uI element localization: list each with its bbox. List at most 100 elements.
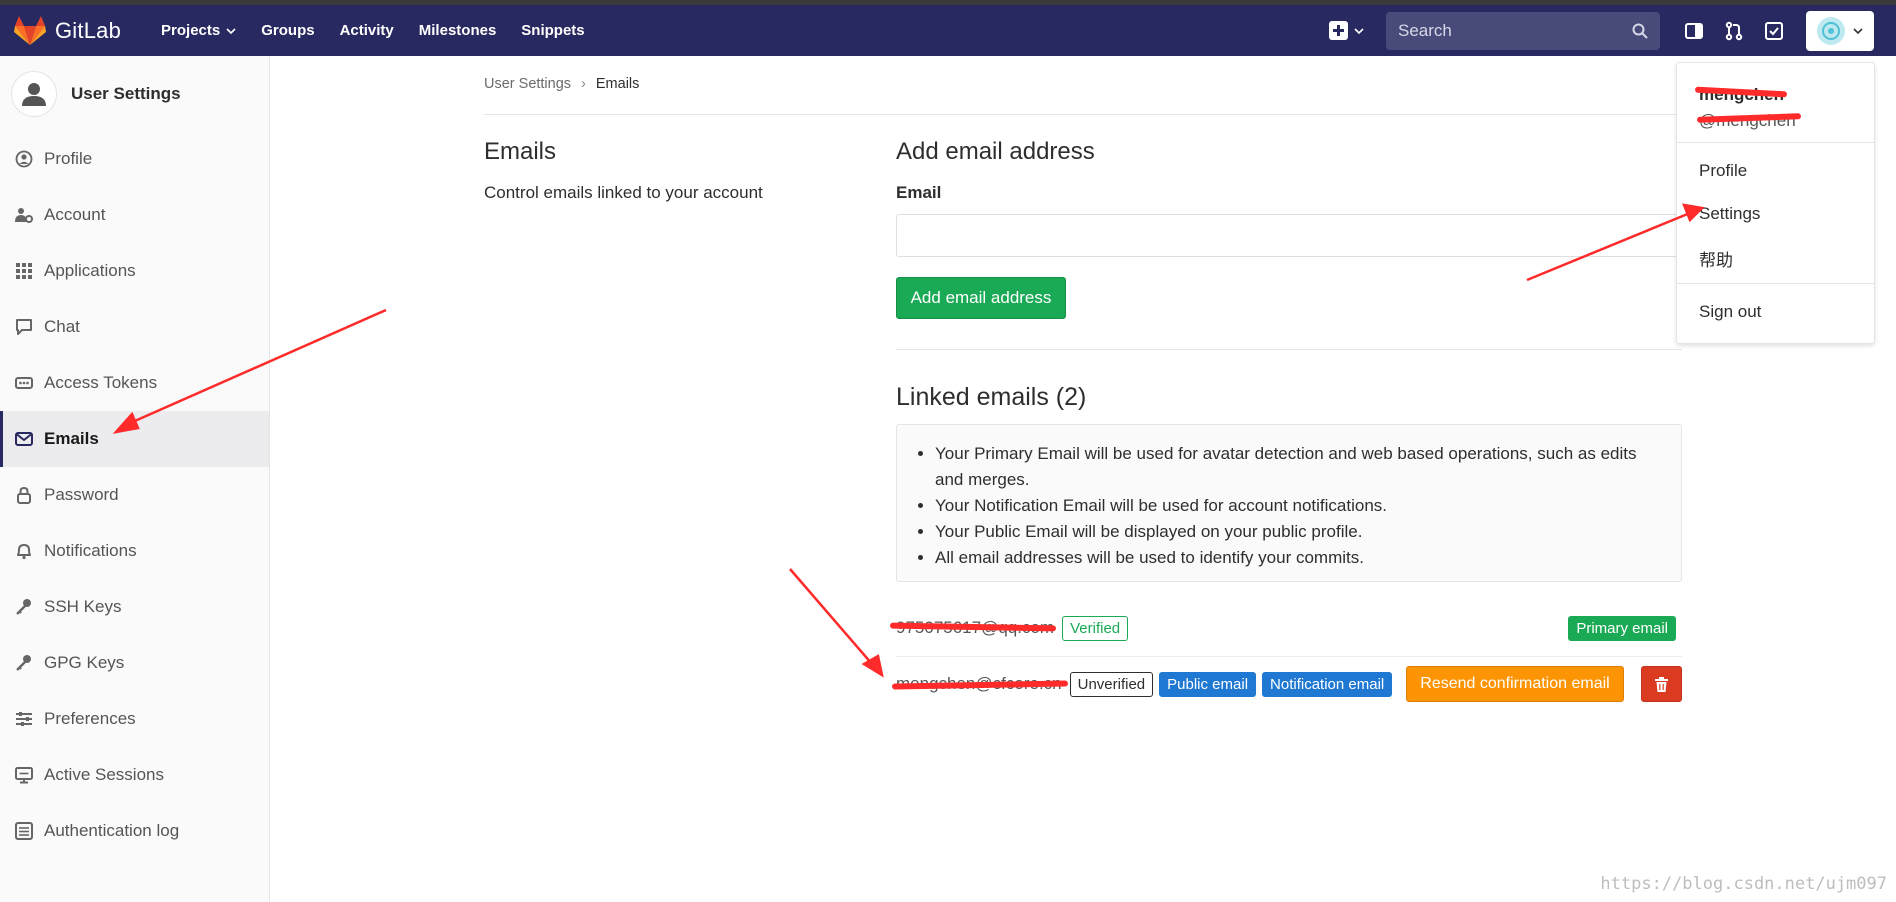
sidebar-item-label: Applications <box>44 261 136 280</box>
sidebar-item-label: Preferences <box>44 709 136 728</box>
top-navbar: GitLab Projects Groups Activity Mileston… <box>0 5 1896 56</box>
sidebar-item-authentication-log[interactable]: Authentication log <box>0 803 269 859</box>
sidebar-item-ssh-keys[interactable]: SSH Keys <box>0 579 269 635</box>
nav-activity[interactable]: Activity <box>340 22 394 39</box>
nav-groups[interactable]: Groups <box>261 22 314 39</box>
divider <box>896 349 1682 350</box>
search-box[interactable] <box>1386 11 1660 50</box>
sidebar-item-access-tokens[interactable]: Access Tokens <box>0 355 269 411</box>
chevron-down-icon <box>1853 27 1863 34</box>
add-email-heading: Add email address <box>896 138 1095 165</box>
merge-request-icon <box>1725 21 1743 40</box>
sidebar-item-label: SSH Keys <box>44 597 122 616</box>
applications-icon <box>16 263 32 279</box>
sidebar-item-preferences[interactable]: Preferences <box>0 691 269 747</box>
avatar-icon <box>1817 16 1845 45</box>
nav-links: Projects Groups Activity Milestones Snip… <box>161 5 610 56</box>
panel-icon <box>1685 22 1703 39</box>
search-icon <box>1632 23 1648 39</box>
nav-snippets[interactable]: Snippets <box>521 22 584 39</box>
verified-badge: Verified <box>1062 615 1129 641</box>
sidebar-item-label: GPG Keys <box>44 653 125 672</box>
info-item: All email addresses will be used to iden… <box>935 545 1661 571</box>
dropdown-profile[interactable]: Profile <box>1699 161 1747 181</box>
sidebar-items: Profile Account Applications Chat Access Tok… <box>0 131 269 859</box>
settings-sidebar: User Settings Profile Account Applications… <box>0 56 270 902</box>
todos-button[interactable] <box>1754 5 1794 56</box>
divider <box>484 114 1684 115</box>
notification-email-badge: Notification email <box>1262 671 1393 697</box>
sidebar-header[interactable]: User Settings <box>0 56 269 131</box>
add-email-button[interactable]: Add email address <box>896 277 1066 319</box>
sidebar-item-active-sessions[interactable]: Active Sessions <box>0 747 269 803</box>
sidebar-item-emails[interactable]: Emails <box>0 411 269 467</box>
dropdown-settings[interactable]: Settings <box>1699 204 1760 224</box>
key-icon <box>16 599 31 615</box>
sidebar-item-label: Notifications <box>44 541 137 560</box>
search-input[interactable] <box>1398 20 1632 41</box>
chevron-down-icon <box>226 27 236 34</box>
sidebar-panel-button[interactable] <box>1674 5 1714 56</box>
resend-confirmation-button[interactable]: Resend confirmation email <box>1406 666 1624 702</box>
sidebar-item-label: Password <box>44 485 119 504</box>
brand-name: GitLab <box>55 17 122 43</box>
todo-check-icon <box>1765 21 1783 40</box>
token-icon <box>15 377 33 389</box>
sidebar-item-label: Account <box>44 205 106 224</box>
public-email-badge: Public email <box>1159 671 1257 697</box>
account-icon <box>15 208 33 223</box>
nav-milestones[interactable]: Milestones <box>419 22 497 39</box>
user-avatar <box>11 70 57 117</box>
chevron-down-icon <box>1354 27 1364 34</box>
nav-projects-label: Projects <box>161 22 221 39</box>
breadcrumb-current[interactable]: Emails <box>596 76 640 92</box>
sidebar-title: User Settings <box>71 83 181 103</box>
watermark: https://blog.csdn.net/ujm097 <box>1600 874 1887 894</box>
section-title: Emails <box>484 138 557 165</box>
sidebar-item-label: Access Tokens <box>44 373 158 392</box>
sidebar-item-account[interactable]: Account <box>0 187 269 243</box>
monitor-icon <box>15 767 33 784</box>
new-dropdown-button[interactable] <box>1329 21 1364 40</box>
breadcrumb: User Settings › Emails <box>484 76 639 92</box>
gitlab-logo-icon <box>14 15 46 45</box>
sidebar-item-label: Authentication log <box>44 821 180 840</box>
user-menu-button[interactable] <box>1806 10 1874 51</box>
unverified-badge: Unverified <box>1069 671 1154 697</box>
nav-projects[interactable]: Projects <box>161 22 236 39</box>
breadcrumb-user-settings[interactable]: User Settings <box>484 76 571 92</box>
primary-email-badge: Primary email <box>1568 615 1676 641</box>
linked-emails-heading: Linked emails (2) <box>896 383 1087 411</box>
section-description: Control emails linked to your account <box>484 183 763 202</box>
sidebar-item-chat[interactable]: Chat <box>0 299 269 355</box>
email-label: Email <box>896 183 942 202</box>
key-icon <box>16 655 31 671</box>
info-item: Your Primary Email will be used for avat… <box>935 441 1661 493</box>
sidebar-item-applications[interactable]: Applications <box>0 243 269 299</box>
dropdown-divider <box>1677 142 1874 143</box>
dropdown-divider <box>1677 283 1874 284</box>
info-item: Your Public Email will be displayed on y… <box>935 519 1661 545</box>
navbar-right <box>1329 5 1896 56</box>
delete-email-button[interactable] <box>1641 666 1682 702</box>
sidebar-item-password[interactable]: Password <box>0 467 269 523</box>
sidebar-item-gpg-keys[interactable]: GPG Keys <box>0 635 269 691</box>
bell-icon <box>17 544 31 560</box>
chat-icon <box>16 319 32 335</box>
lock-icon <box>17 486 31 504</box>
sidebar-item-label: Emails <box>44 429 99 448</box>
linked-emails-info: Your Primary Email will be used for avat… <box>896 424 1682 582</box>
sliders-icon <box>16 712 32 726</box>
dropdown-help[interactable]: 帮助 <box>1699 246 1733 271</box>
dropdown-sign-out[interactable]: Sign out <box>1699 302 1761 322</box>
sidebar-item-label: Active Sessions <box>44 765 164 784</box>
merge-requests-button[interactable] <box>1714 5 1754 56</box>
gitlab-home-link[interactable]: GitLab <box>14 5 121 56</box>
annotation-arrow <box>789 568 884 678</box>
sidebar-item-profile[interactable]: Profile <box>0 131 269 187</box>
trash-icon <box>1655 676 1668 692</box>
list-icon <box>15 822 33 840</box>
sidebar-item-notifications[interactable]: Notifications <box>0 523 269 579</box>
info-item: Your Notification Email will be used for… <box>935 493 1661 519</box>
email-field[interactable] <box>896 214 1682 257</box>
